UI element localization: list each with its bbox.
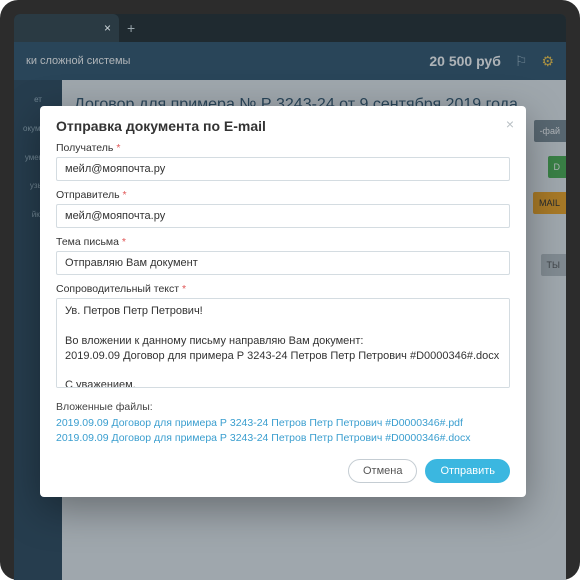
recipient-input[interactable] [56, 157, 510, 181]
attachments-label: Вложенные файлы: [56, 401, 510, 413]
sender-label: Отправитель * [56, 189, 510, 201]
modal-title: Отправка документа по E-mail [56, 118, 510, 134]
close-icon[interactable]: × [506, 116, 514, 132]
attachment-link[interactable]: 2019.09.09 Договор для примера Р 3243-24… [56, 431, 510, 446]
email-modal: × Отправка документа по E-mail Получател… [40, 106, 526, 497]
device-frame: × + ки сложной системы 20 500 руб ⚐ ⚙ ет… [0, 0, 580, 580]
recipient-label: Получатель * [56, 142, 510, 154]
sender-input[interactable] [56, 204, 510, 228]
attachment-link[interactable]: 2019.09.09 Договор для примера Р 3243-24… [56, 416, 510, 431]
subject-input[interactable] [56, 251, 510, 275]
modal-footer: Отмена Отправить [56, 459, 510, 483]
screen: × + ки сложной системы 20 500 руб ⚐ ⚙ ет… [14, 14, 566, 580]
body-label: Сопроводительный текст * [56, 283, 510, 295]
cancel-button[interactable]: Отмена [348, 459, 417, 483]
browser-tab-strip: × + [14, 14, 566, 42]
new-tab-icon[interactable]: + [127, 20, 135, 36]
browser-tab[interactable]: × [14, 14, 119, 42]
body-textarea[interactable] [56, 298, 510, 388]
send-button[interactable]: Отправить [425, 459, 510, 483]
close-tab-icon[interactable]: × [104, 21, 111, 35]
subject-label: Тема письма * [56, 236, 510, 248]
